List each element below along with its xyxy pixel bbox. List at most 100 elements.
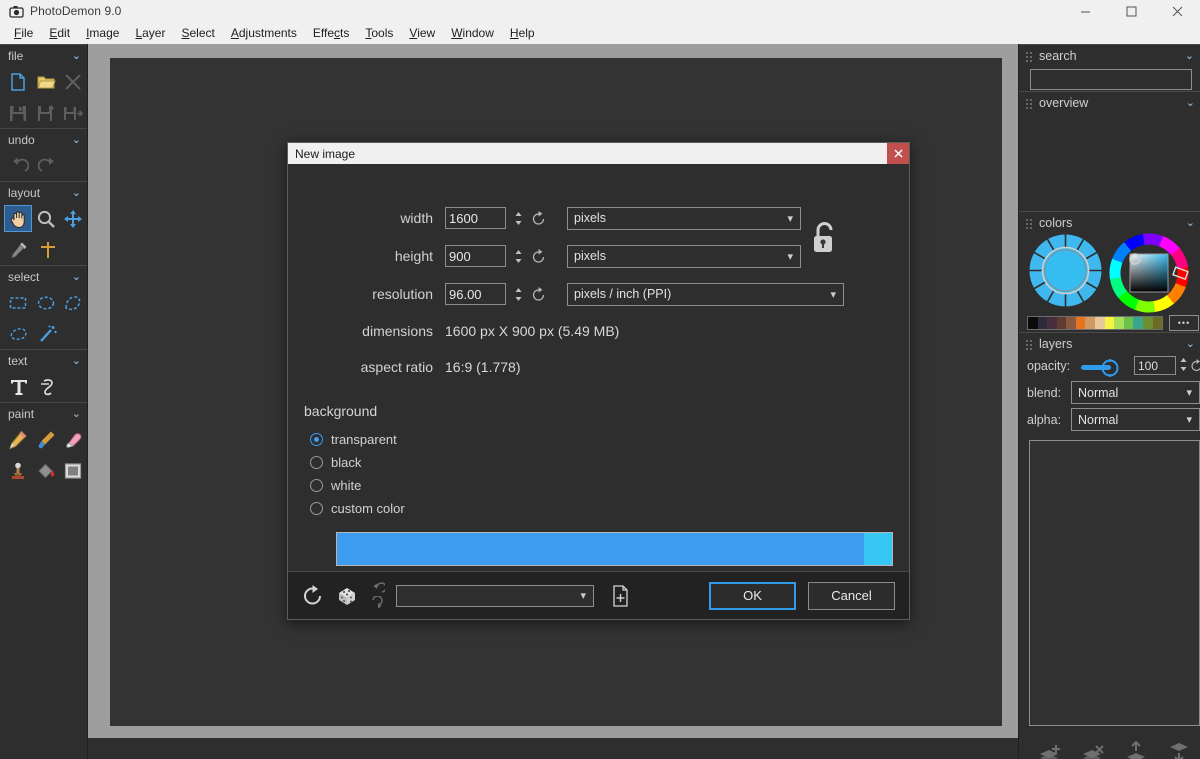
background-option-black[interactable]: black — [288, 451, 909, 474]
palette-swatch[interactable] — [1124, 317, 1134, 329]
ellipse-select-tool[interactable] — [32, 289, 60, 316]
tool-group-header-text[interactable]: text⌄ — [0, 349, 87, 371]
chevron-down-icon[interactable]: ▾ — [787, 250, 793, 263]
palette-swatch[interactable] — [1105, 317, 1115, 329]
radio-icon[interactable] — [310, 433, 323, 446]
fancy-text-tool[interactable] — [33, 373, 62, 400]
pencil-tool[interactable] — [4, 426, 32, 453]
palette-swatch[interactable] — [1153, 317, 1163, 329]
palette-swatch[interactable] — [1143, 317, 1153, 329]
menu-item-effects[interactable]: Effects — [305, 23, 357, 43]
layers-panel-header[interactable]: layers ⌄ — [1019, 332, 1200, 354]
preset-select[interactable]: ▾ — [396, 585, 594, 607]
background-option-transparent[interactable]: transparent — [288, 428, 909, 451]
measure-tool[interactable] — [33, 236, 62, 263]
drag-gripper-icon[interactable] — [1025, 50, 1033, 62]
menu-item-view[interactable]: View — [401, 23, 443, 43]
layer-list[interactable] — [1029, 440, 1200, 726]
resolution-spinner[interactable] — [510, 285, 526, 304]
chevron-down-icon[interactable]: ▾ — [1186, 413, 1192, 426]
palette-swatch[interactable] — [1057, 317, 1067, 329]
tool-group-header-layout[interactable]: layout⌄ — [0, 181, 87, 203]
drag-gripper-icon[interactable] — [1025, 217, 1033, 229]
height-input[interactable] — [445, 245, 506, 267]
magic-wand-tool[interactable] — [33, 320, 62, 347]
opacity-slider[interactable] — [1081, 364, 1123, 370]
redo-arrow-icon[interactable] — [370, 596, 385, 610]
resolution-input[interactable] — [445, 283, 506, 305]
reset-circular-arrow-icon[interactable] — [296, 579, 330, 613]
chevron-down-icon[interactable]: ⌄ — [72, 49, 81, 62]
move-transform-tool[interactable] — [59, 205, 87, 232]
search-input[interactable] — [1030, 69, 1192, 90]
background-option-white[interactable]: white — [288, 474, 909, 497]
radio-icon[interactable] — [310, 456, 323, 469]
paintbrush-tool[interactable] — [32, 426, 60, 453]
eraser-tool[interactable] — [59, 426, 87, 453]
palette-swatch[interactable] — [1028, 317, 1038, 329]
undo-tool[interactable] — [4, 152, 33, 179]
open-image-tool[interactable] — [32, 68, 60, 95]
custom-color-secondary[interactable] — [864, 533, 892, 565]
chevron-down-icon[interactable]: ▾ — [580, 589, 586, 602]
drag-gripper-icon[interactable] — [1025, 338, 1033, 350]
palette-swatch[interactable] — [1066, 317, 1076, 329]
height-spinner[interactable] — [510, 247, 526, 266]
text-tool[interactable] — [4, 373, 33, 400]
recent-colors-wheel[interactable] — [1028, 233, 1103, 308]
width-unit-select[interactable]: pixels ▾ — [567, 207, 801, 230]
menu-item-edit[interactable]: Edit — [41, 23, 78, 43]
radio-icon[interactable] — [310, 479, 323, 492]
lower-layer-button[interactable] — [1166, 739, 1192, 759]
raise-layer-button[interactable] — [1123, 739, 1149, 759]
palette-swatch[interactable] — [1114, 317, 1124, 329]
chevron-down-icon[interactable]: ⌄ — [72, 270, 81, 283]
resolution-unit-select[interactable]: pixels / inch (PPI) ▾ — [567, 283, 844, 306]
redo-tool[interactable] — [33, 152, 62, 179]
chevron-down-icon[interactable]: ⌄ — [72, 186, 81, 199]
chevron-down-icon[interactable]: ⌄ — [72, 407, 81, 420]
palette-swatch[interactable] — [1076, 317, 1086, 329]
menu-item-tools[interactable]: Tools — [357, 23, 401, 43]
tool-group-header-undo[interactable]: undo⌄ — [0, 128, 87, 150]
ok-button[interactable]: OK — [709, 582, 796, 610]
opacity-reset-icon[interactable] — [1190, 359, 1200, 372]
close-image-tool[interactable] — [59, 68, 87, 95]
chevron-down-icon[interactable]: ⌄ — [1186, 216, 1195, 229]
menu-item-image[interactable]: Image — [78, 23, 127, 43]
tool-group-header-paint[interactable]: paint⌄ — [0, 402, 87, 424]
chevron-down-icon[interactable]: ▾ — [830, 288, 836, 301]
radio-icon[interactable] — [310, 502, 323, 515]
custom-color-swatch[interactable] — [336, 532, 893, 566]
add-layer-button[interactable] — [1037, 739, 1063, 759]
rectangle-select-tool[interactable] — [4, 289, 32, 316]
menu-item-file[interactable]: File — [6, 23, 41, 43]
tool-group-header-file[interactable]: file⌄ — [0, 44, 87, 66]
width-reset-icon[interactable] — [528, 211, 548, 226]
palette-swatch[interactable] — [1095, 317, 1105, 329]
palette-swatch[interactable] — [1133, 317, 1143, 329]
zoom-tool[interactable] — [32, 205, 60, 232]
menu-item-adjustments[interactable]: Adjustments — [223, 23, 305, 43]
color-wheel-picker[interactable] — [1109, 233, 1189, 313]
colors-panel-header[interactable]: colors ⌄ — [1019, 211, 1200, 233]
chevron-down-icon[interactable]: ⌄ — [1186, 337, 1195, 350]
chevron-down-icon[interactable]: ▾ — [787, 212, 793, 225]
color-picker-tool[interactable] — [4, 236, 33, 263]
clone-stamp-tool[interactable] — [4, 457, 32, 484]
hand-pan-tool[interactable] — [4, 205, 32, 232]
menu-item-window[interactable]: Window — [443, 23, 502, 43]
color-palette-strip[interactable] — [1027, 316, 1163, 330]
opacity-value-input[interactable] — [1134, 356, 1176, 375]
menu-item-help[interactable]: Help — [502, 23, 543, 43]
freehand-select-tool[interactable] — [59, 289, 87, 316]
polygon-select-tool[interactable] — [4, 320, 33, 347]
resolution-reset-icon[interactable] — [528, 287, 548, 302]
save-tool[interactable] — [4, 99, 32, 126]
more-colors-button[interactable]: ••• — [1169, 315, 1199, 331]
save-as-tool[interactable] — [32, 99, 60, 126]
search-panel-header[interactable]: search ⌄ — [1019, 44, 1200, 66]
palette-swatch[interactable] — [1085, 317, 1095, 329]
paint-bucket-tool[interactable] — [32, 457, 60, 484]
width-input[interactable] — [445, 207, 506, 229]
